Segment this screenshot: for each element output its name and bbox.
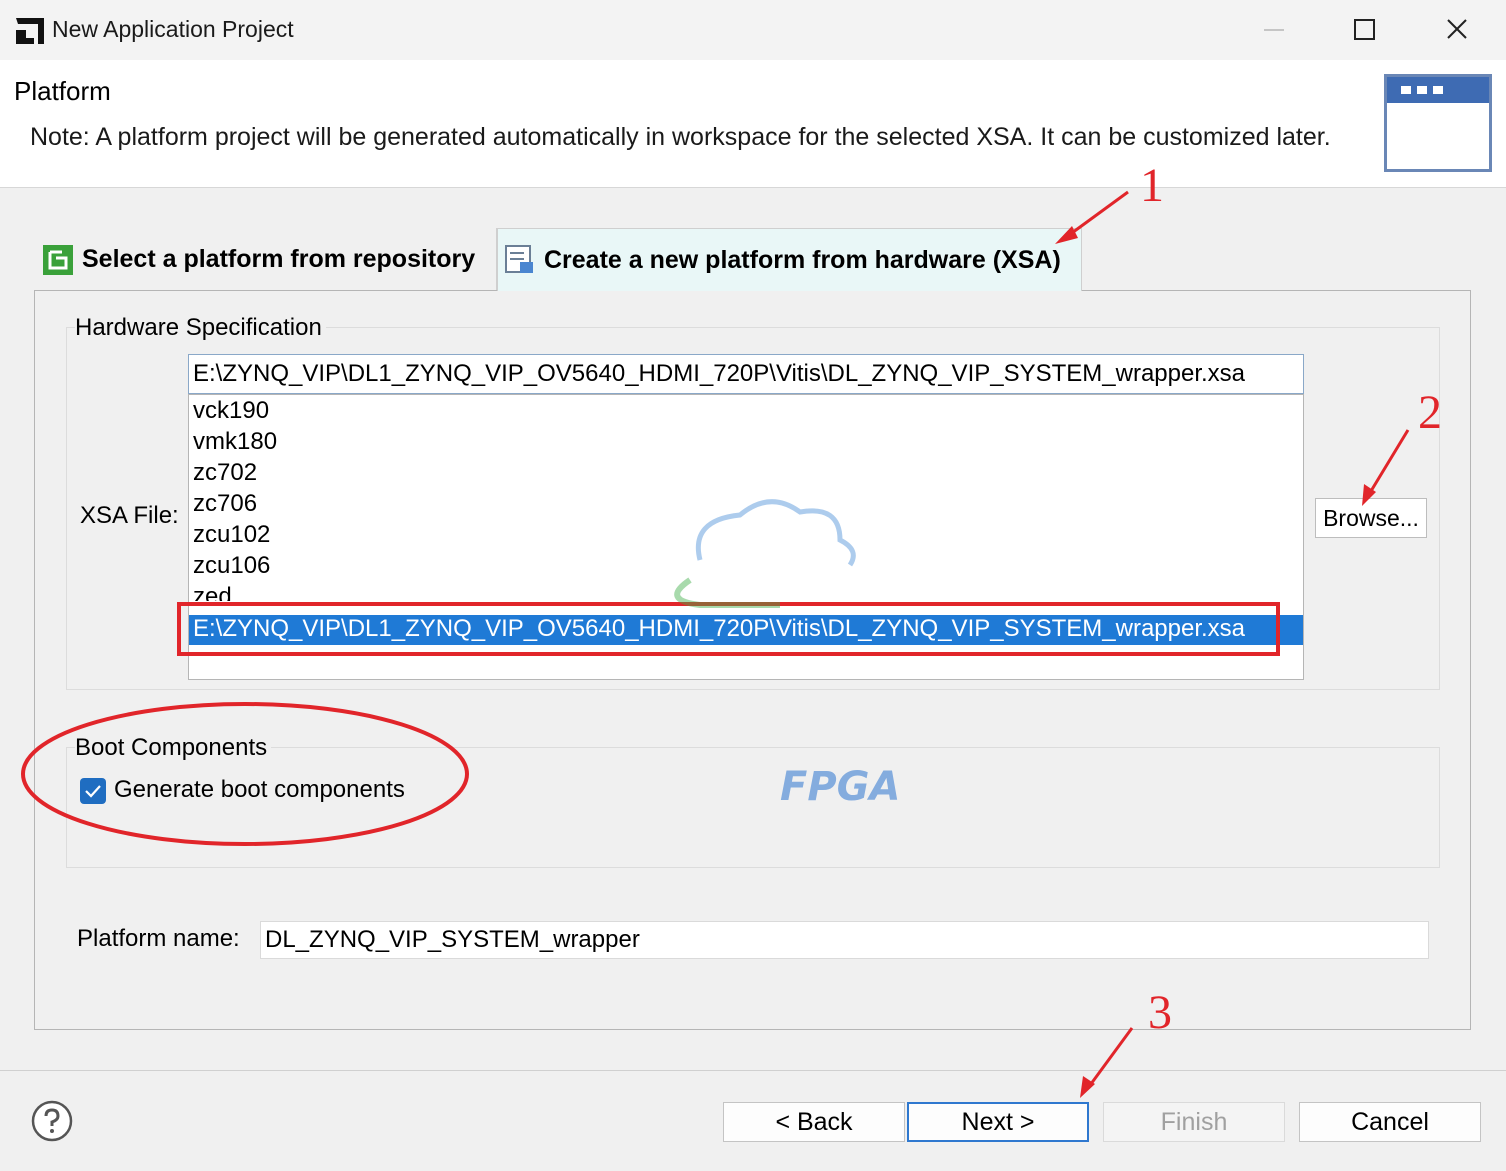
cancel-button[interactable]: Cancel xyxy=(1299,1102,1481,1142)
generate-boot-checkbox[interactable] xyxy=(80,778,106,804)
amd-logo-icon xyxy=(16,18,44,44)
header-note: Note: A platform project will be generat… xyxy=(30,123,1331,151)
annotation-number-1: 1 xyxy=(1140,159,1164,212)
platform-name-input[interactable]: DL_ZYNQ_VIP_SYSTEM_wrapper xyxy=(260,921,1429,959)
list-item[interactable]: zc702 xyxy=(193,459,257,490)
list-item[interactable]: zcu106 xyxy=(193,552,270,583)
checkmark-icon xyxy=(85,785,101,798)
window-title: New Application Project xyxy=(52,16,294,42)
wizard-body: Select a platform from repository Create… xyxy=(0,188,1506,1070)
close-icon xyxy=(1447,19,1467,39)
maximize-icon xyxy=(1354,19,1375,40)
back-button[interactable]: < Back xyxy=(723,1102,905,1142)
minimize-icon xyxy=(1264,29,1284,31)
fpga-watermark-text: FPGA xyxy=(780,764,901,810)
browse-button[interactable]: Browse... xyxy=(1315,498,1427,538)
annotation-number-2: 2 xyxy=(1418,386,1442,439)
maximize-button[interactable] xyxy=(1320,0,1412,60)
list-item[interactable]: vmk180 xyxy=(193,428,277,459)
xsa-file-combobox-input[interactable]: E:\ZYNQ_VIP\DL1_ZYNQ_VIP_OV5640_HDMI_720… xyxy=(188,354,1304,394)
tab-create-platform-xsa-label: Create a new platform from hardware (XSA… xyxy=(544,245,1061,274)
finish-button[interactable]: Finish xyxy=(1103,1102,1285,1142)
minimize-button[interactable] xyxy=(1228,0,1320,60)
close-button[interactable] xyxy=(1412,0,1504,60)
platform-repo-icon xyxy=(43,244,73,275)
selection-highlight-annotation xyxy=(177,602,1280,656)
tab-select-platform[interactable]: Select a platform from repository xyxy=(36,228,497,291)
wizard-footer: < Back Next > Finish Cancel xyxy=(0,1070,1506,1171)
tab-select-platform-label: Select a platform from repository xyxy=(82,245,476,273)
hardware-xsa-icon xyxy=(505,245,533,273)
boot-components-heading: Boot Components xyxy=(75,734,272,762)
list-item[interactable]: vck190 xyxy=(193,397,269,428)
boot-components-group xyxy=(66,747,1440,868)
title-bar: New Application Project xyxy=(0,0,1506,60)
hardware-spec-heading: Hardware Specification xyxy=(75,314,326,342)
help-icon[interactable] xyxy=(31,1100,73,1142)
platform-name-label: Platform name: xyxy=(77,925,240,952)
annotation-number-3: 3 xyxy=(1148,986,1172,1039)
generate-boot-label: Generate boot components xyxy=(114,776,405,803)
list-item[interactable]: zed xyxy=(193,583,232,601)
xsa-file-label: XSA File: xyxy=(80,502,179,529)
wizard-header: Platform Note: A platform project will b… xyxy=(0,60,1506,188)
page-title: Platform xyxy=(14,76,111,106)
tab-create-platform-xsa[interactable]: Create a new platform from hardware (XSA… xyxy=(497,228,1082,291)
list-item[interactable]: zcu102 xyxy=(193,521,270,552)
list-item[interactable]: zc706 xyxy=(193,490,257,521)
window-graphic-icon xyxy=(1384,74,1492,172)
next-button[interactable]: Next > xyxy=(907,1102,1089,1142)
